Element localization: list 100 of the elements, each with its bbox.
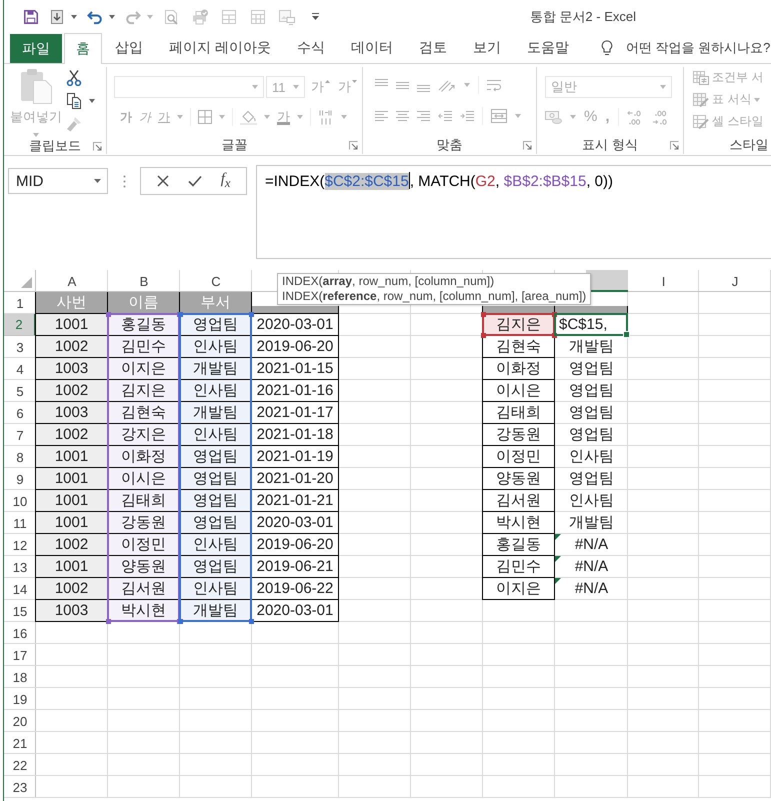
table-cell: 인사팀: [180, 380, 252, 402]
insert-function-button[interactable]: f$_{x}$: [220, 171, 230, 191]
row-header[interactable]: 4: [4, 358, 36, 380]
row-header[interactable]: 15: [4, 600, 36, 622]
row-header[interactable]: 23: [4, 776, 36, 798]
row-header[interactable]: 21: [4, 732, 36, 754]
range-handle[interactable]: [552, 332, 556, 338]
ribbon-tab[interactable]: 삽입: [102, 33, 156, 63]
dialog-launcher-icon[interactable]: [670, 140, 679, 150]
merge-cells-icon[interactable]: [491, 109, 507, 123]
name-box[interactable]: MID: [8, 168, 108, 194]
row-header[interactable]: 17: [4, 644, 36, 666]
row-header[interactable]: 3: [4, 336, 36, 358]
row-header[interactable]: 19: [4, 688, 36, 710]
wrap-text-icon[interactable]: [487, 78, 501, 92]
ribbon-tab[interactable]: 도움말: [514, 33, 582, 63]
decrease-indent-icon[interactable]: [438, 110, 452, 122]
table-cell: 1003: [35, 402, 108, 424]
table-cell: 인사팀: [180, 336, 252, 358]
check-icon[interactable]: [188, 175, 202, 187]
align-center-icon[interactable]: [396, 110, 409, 122]
range-handle[interactable]: [248, 312, 254, 316]
row-header[interactable]: 6: [4, 402, 36, 424]
formula-field[interactable]: =INDEX($C$2:$C$15, MATCH(G2, $B$2:$B$15, 0)): [256, 165, 771, 259]
caret-icon: [252, 85, 258, 89]
increase-indent-icon[interactable]: [460, 110, 474, 122]
tell-me-search[interactable]: 어떤 작업을 원하시나요?: [626, 39, 770, 57]
dialog-launcher-icon[interactable]: [523, 140, 532, 150]
save-button[interactable]: [23, 8, 39, 24]
range-handle[interactable]: [480, 312, 486, 316]
ribbon-tab[interactable]: 파일: [10, 34, 62, 63]
row-header[interactable]: 7: [4, 424, 36, 446]
ribbon-tab[interactable]: 홈: [64, 33, 102, 64]
copy-icon[interactable]: [66, 92, 82, 108]
borders-icon[interactable]: [198, 110, 212, 124]
drag-handle-icon[interactable]: [123, 175, 126, 188]
row-header[interactable]: 8: [4, 446, 36, 468]
row-header[interactable]: 5: [4, 380, 36, 402]
range-handle[interactable]: [178, 312, 182, 316]
undo-button[interactable]: [87, 8, 115, 24]
align-left-icon[interactable]: [375, 110, 388, 122]
range-handle[interactable]: [552, 312, 556, 316]
table-cell: 영업팀: [569, 425, 614, 444]
column-header[interactable]: A: [36, 270, 108, 292]
decrease-decimal-icon[interactable]: [652, 110, 669, 124]
lightbulb-icon[interactable]: [600, 40, 613, 56]
row-header[interactable]: 14: [4, 578, 36, 600]
table-cell: 이화정: [108, 446, 180, 468]
range-handle[interactable]: [248, 618, 254, 624]
row-header[interactable]: 16: [4, 622, 36, 644]
range-handle[interactable]: [106, 312, 110, 316]
caret-icon: [71, 14, 77, 18]
table-cell: 1001: [35, 490, 108, 512]
touch-mode-button[interactable]: [49, 8, 77, 24]
ribbon-tab[interactable]: 검토: [406, 33, 460, 63]
currency-icon[interactable]: [545, 110, 562, 124]
phonetic-guide-icon[interactable]: [318, 109, 334, 125]
ribbon-tab[interactable]: 페이지 레이아웃: [156, 33, 284, 63]
row-header[interactable]: 2: [4, 314, 36, 336]
row-header[interactable]: 22: [4, 754, 36, 776]
paint-bucket-icon[interactable]: [240, 109, 257, 125]
magnifier-page-icon: [163, 8, 179, 24]
row-header[interactable]: 11: [4, 512, 36, 534]
table-cell: 2021-01-21: [252, 490, 339, 512]
range-handle[interactable]: [178, 618, 182, 624]
range-handle[interactable]: [480, 332, 486, 338]
customize-menu-icon[interactable]: [312, 13, 319, 20]
select-all-icon[interactable]: [21, 277, 32, 288]
table-cell: 2021-01-19: [252, 446, 339, 468]
column-header[interactable]: J: [699, 270, 771, 292]
table-cell: 김민수: [482, 556, 555, 578]
row-header[interactable]: 20: [4, 710, 36, 732]
dialog-launcher-icon[interactable]: [93, 142, 102, 150]
table-cell: 김태희: [482, 402, 555, 424]
align-right-icon[interactable]: [417, 110, 430, 122]
ribbon-tab[interactable]: 수식: [284, 33, 338, 63]
column-header[interactable]: C: [180, 270, 252, 292]
cancel-icon[interactable]: [156, 175, 169, 187]
range-handle[interactable]: [106, 618, 110, 624]
row-header[interactable]: 18: [4, 666, 36, 688]
ribbon-tab[interactable]: 보기: [460, 33, 514, 63]
column-header[interactable]: B: [108, 270, 180, 292]
text-angle-icon[interactable]: [438, 78, 456, 92]
table-cell: 인사팀: [180, 534, 252, 556]
fill-handle[interactable]: [623, 331, 630, 338]
column-header[interactable]: [586, 270, 628, 292]
ribbon-tab[interactable]: 데이터: [338, 33, 406, 63]
row-header[interactable]: 13: [4, 556, 36, 578]
row-header[interactable]: 10: [4, 490, 36, 512]
caret-icon[interactable]: [94, 179, 101, 183]
table-cell: 김현숙: [108, 402, 180, 424]
column-header[interactable]: I: [628, 270, 699, 292]
caret-icon[interactable]: [89, 98, 95, 102]
row-header[interactable]: 1: [4, 292, 36, 314]
table-cell: 2020-03-01: [252, 512, 339, 534]
row-header[interactable]: 12: [4, 534, 36, 556]
table-cell: 개발팀: [180, 358, 252, 380]
dialog-launcher-icon[interactable]: [349, 140, 358, 150]
row-header[interactable]: 9: [4, 468, 36, 490]
scissors-icon[interactable]: [66, 70, 82, 86]
